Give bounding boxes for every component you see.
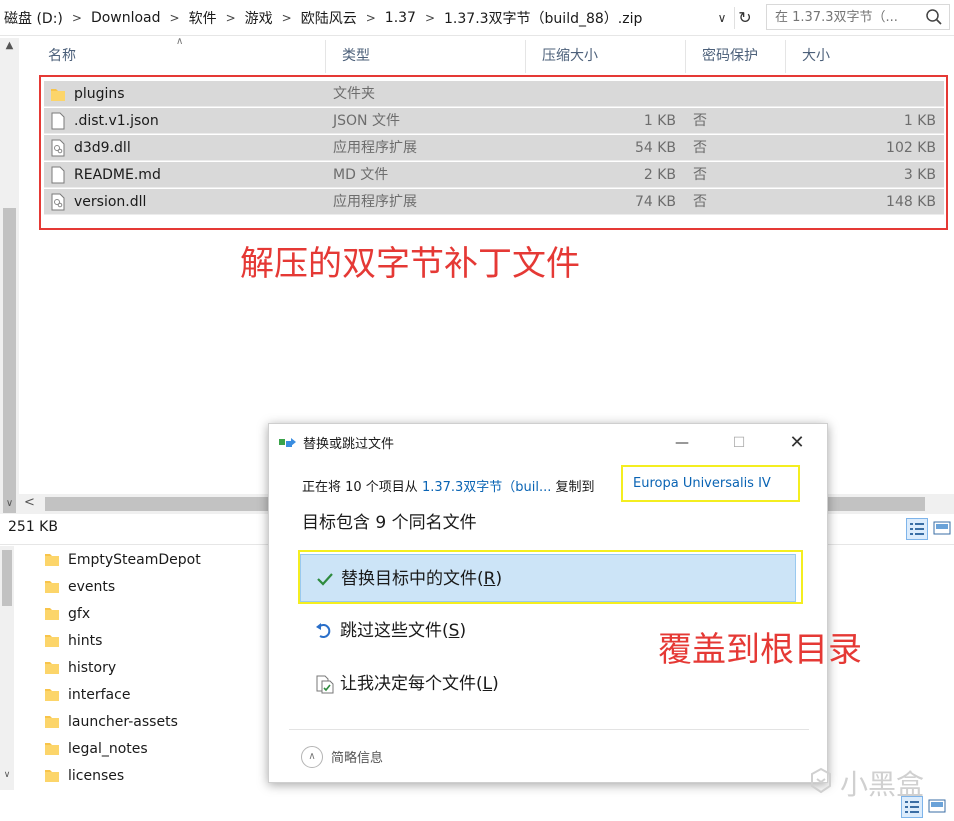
- chevron-down-icon[interactable]: ∨: [712, 8, 732, 28]
- column-header-password[interactable]: 密码保护: [686, 40, 786, 73]
- breadcrumb-drive[interactable]: 磁盘 (D:): [0, 8, 67, 28]
- copy-description: 正在将 10 个项目从 1.37.3双字节（buil... 复制到: [302, 476, 595, 495]
- folder-name: launcher-assets: [68, 714, 178, 730]
- folder-icon: [45, 581, 59, 593]
- details-view-button[interactable]: [906, 518, 928, 540]
- breadcrumb-zip[interactable]: 1.37.3双字节（build_88）.zip: [440, 8, 646, 28]
- annotation-overwrite-root: 覆盖到根目录: [658, 630, 862, 670]
- breadcrumb-games[interactable]: 游戏: [241, 8, 277, 28]
- search-icon[interactable]: [925, 8, 943, 26]
- column-headers: 名称 类型 压缩大小 密码保护 大小: [32, 40, 954, 73]
- folder-name: EmptySteamDepot: [68, 552, 201, 568]
- dialog-title: 替换或跳过文件: [303, 437, 395, 452]
- chevron-right-icon[interactable]: >: [277, 11, 297, 25]
- details-toggle-label[interactable]: 简略信息: [331, 747, 383, 766]
- folder-name: history: [68, 660, 117, 676]
- folder-name: hints: [68, 633, 103, 649]
- breadcrumb-eu[interactable]: 欧陆风云: [297, 8, 361, 28]
- refresh-icon[interactable]: ↻: [734, 7, 755, 29]
- search-box[interactable]: [766, 4, 950, 30]
- scroll-down-icon[interactable]: ∨: [0, 498, 19, 514]
- folder-name: interface: [68, 687, 131, 703]
- scroll-up-icon[interactable]: ▲: [0, 40, 19, 56]
- folder-icon: [45, 716, 59, 728]
- source-link[interactable]: 1.37.3双字节（buil...: [422, 480, 551, 495]
- thumbnail-view-button[interactable]: [927, 796, 949, 818]
- scroll-down-icon[interactable]: ∨: [0, 770, 14, 786]
- chevron-right-icon[interactable]: >: [165, 11, 185, 25]
- divider: [289, 729, 809, 730]
- folder-icon: [45, 770, 59, 782]
- search-input[interactable]: [767, 5, 933, 29]
- undo-arrow-icon: [316, 623, 331, 638]
- chevron-right-icon[interactable]: >: [67, 11, 87, 25]
- vertical-scrollbar[interactable]: [0, 38, 19, 514]
- sort-ascending-icon: ∧: [176, 36, 184, 47]
- highlight-box-yellow-destination: [621, 465, 800, 502]
- scroll-left-icon[interactable]: <: [24, 495, 35, 510]
- watermark-logo-icon: [811, 767, 831, 794]
- breadcrumb-version[interactable]: 1.37: [381, 10, 420, 26]
- highlight-box-yellow-replace: [298, 550, 803, 604]
- folder-name: events: [68, 579, 116, 595]
- option-hotkey: S: [448, 621, 460, 641]
- chevron-right-icon[interactable]: >: [221, 11, 241, 25]
- option-label: 跳过这些文件: [340, 621, 442, 641]
- breadcrumb-software[interactable]: 软件: [185, 8, 221, 28]
- status-size: 251 KB: [8, 519, 58, 535]
- folder-icon: [45, 689, 59, 701]
- dialog-heading: 目标包含 9 个同名文件: [302, 513, 477, 533]
- column-header-type[interactable]: 类型: [326, 40, 526, 73]
- copy-files-icon: [279, 438, 296, 447]
- folder-icon: [45, 743, 59, 755]
- details-view-icon: [910, 523, 924, 535]
- thumbnail-view-icon: [928, 799, 946, 813]
- chevron-right-icon[interactable]: >: [361, 11, 381, 25]
- vertical-scrollbar[interactable]: [0, 546, 14, 790]
- option-hotkey: L: [482, 674, 493, 694]
- folder-name: legal_notes: [68, 741, 148, 757]
- thumbnail-view-button[interactable]: [932, 518, 954, 540]
- copy-middle: 复制到: [551, 480, 595, 495]
- copy-prefix: 正在将 10 个项目从: [302, 480, 422, 495]
- minimize-button[interactable]: —: [667, 428, 697, 458]
- compare-files-icon: [316, 675, 334, 694]
- column-header-size[interactable]: 大小: [786, 40, 954, 73]
- breadcrumb-download[interactable]: Download: [87, 10, 165, 26]
- scrollbar-thumb[interactable]: [3, 208, 16, 513]
- chevron-right-icon[interactable]: >: [420, 11, 440, 25]
- watermark-text: 小黑盒: [840, 768, 925, 801]
- close-button[interactable]: ✕: [782, 428, 812, 458]
- folder-icon: [45, 554, 59, 566]
- maximize-button[interactable]: ☐: [724, 428, 754, 458]
- highlight-box-red: [39, 75, 948, 230]
- thumbnail-view-icon: [933, 521, 951, 535]
- annotation-extracted-files: 解压的双字节补丁文件: [240, 244, 580, 284]
- breadcrumb[interactable]: 磁盘 (D:) > Download > 软件 > 游戏 > 欧陆风云 > 1.…: [0, 0, 760, 35]
- folder-icon: [45, 608, 59, 620]
- scrollbar-thumb[interactable]: [2, 550, 12, 606]
- folder-icon: [45, 662, 59, 674]
- column-header-compressed-size[interactable]: 压缩大小: [526, 40, 686, 73]
- chevron-up-icon[interactable]: ∧: [301, 746, 323, 768]
- folder-name: licenses: [68, 768, 125, 784]
- folder-icon: [45, 635, 59, 647]
- option-label: 让我决定每个文件: [340, 674, 476, 694]
- folder-name: gfx: [68, 606, 91, 622]
